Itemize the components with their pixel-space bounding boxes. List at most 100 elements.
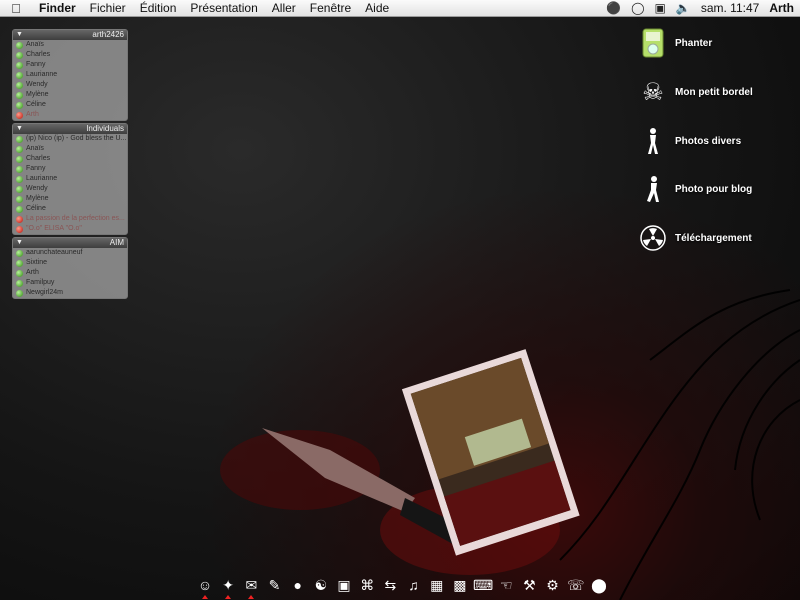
buddy-list-panel: ▼ Individuals (ip) Nico (ip) - God bless t… (12, 123, 128, 235)
status-dot-icon (16, 289, 23, 297)
buddy-row[interactable]: Charles (13, 154, 127, 164)
menu-bar:  Finder Fichier Édition Présentation Al… (0, 0, 800, 17)
buddy-row[interactable]: Newgirl24m (13, 288, 127, 298)
buddy-list-panel: ▼ arth2426 Anaïs Charles Fanny Laurianne Wendy… (12, 29, 128, 121)
buddy-row[interactable]: "O.o" ELISA "O.o" (13, 224, 127, 234)
command-icon[interactable]: ⌘ (358, 575, 376, 595)
buddy-row[interactable]: Laurianne (13, 174, 127, 184)
smiley-icon[interactable]: ☺ (196, 575, 214, 599)
desktop-label: Photo pour blog (675, 183, 753, 195)
skull-icon: ☠ (642, 78, 664, 106)
silhouette-icon (638, 126, 668, 156)
finder-icon[interactable]: ☯ (312, 575, 330, 595)
buddy-name: Anaïs (26, 145, 44, 152)
desktop-item-photo-pour-blog[interactable]: Photo pour blog (638, 174, 752, 204)
buddy-row[interactable]: Familpuy (13, 278, 127, 288)
clapper-icon[interactable]: ▩ (451, 575, 469, 595)
buddy-name: Wendy (26, 81, 48, 88)
ipod-icon (638, 28, 668, 58)
chat-icon[interactable]: ● (289, 575, 307, 595)
buddy-list-title: Individuals (86, 124, 124, 133)
status-dot-icon (16, 205, 23, 213)
buddy-name: Céline (26, 205, 46, 212)
buddy-row[interactable]: Céline (13, 204, 127, 214)
buddy-row[interactable]: Arth (13, 110, 127, 120)
desktop-item-phanter[interactable]: Phanter (638, 28, 712, 58)
buddy-name: Arth (26, 269, 39, 276)
buddy-row[interactable]: Céline (13, 100, 127, 110)
desktop-item-mon-petit-bordel[interactable]: ☠ Mon petit bordel (638, 77, 753, 107)
buddy-list-header[interactable]: ▼ Individuals (13, 124, 127, 134)
volume-icon[interactable]: 🔈 (676, 1, 691, 15)
disclosure-triangle-icon[interactable]: ▼ (16, 238, 23, 248)
buddy-row[interactable]: Fanny (13, 164, 127, 174)
status-dot-icon (16, 165, 23, 173)
buddy-row[interactable]: Mylène (13, 90, 127, 100)
buddy-row[interactable]: aarunchateauneuf (13, 248, 127, 258)
user-menu[interactable]: Arth (769, 1, 794, 15)
buddy-row[interactable]: La passion de la perfection es... (13, 214, 127, 224)
photo-icon[interactable]: ▦ (428, 575, 446, 595)
desktop-label: Téléchargement (675, 232, 752, 244)
menu-aide[interactable]: Aide (358, 1, 396, 15)
pencil-icon[interactable]: ✎ (266, 575, 284, 595)
buddy-row[interactable]: (ip) Nico (ip) - God bless the U... (13, 134, 127, 144)
buddy-row[interactable]: Anaïs (13, 40, 127, 50)
buddy-row[interactable]: Arth (13, 268, 127, 278)
buddy-list-header[interactable]: ▼ arth2426 (13, 30, 127, 40)
toggle-status-icon[interactable]: ◯ (631, 1, 644, 15)
buddy-name: Wendy (26, 185, 48, 192)
mail-icon[interactable]: ✉ (242, 575, 260, 599)
menu-finder[interactable]: Finder (32, 1, 83, 15)
desktop-item-telechargement[interactable]: Téléchargement (638, 223, 752, 253)
menu-fenetre[interactable]: Fenêtre (303, 1, 358, 15)
silhouette-icon (638, 174, 668, 204)
buddy-name: "O.o" ELISA "O.o" (26, 225, 82, 232)
circle-icon[interactable]: ⬤ (590, 575, 608, 595)
buddy-row[interactable]: Laurianne (13, 70, 127, 80)
arrows-icon[interactable]: ⇆ (381, 575, 399, 595)
buddy-row[interactable]: Sixtine (13, 258, 127, 268)
buddy-name: Sixtine (26, 259, 48, 266)
bird-icon[interactable]: ✦ (219, 575, 237, 599)
buddy-row[interactable]: Anaïs (13, 144, 127, 154)
desktop-item-photos-divers[interactable]: Photos divers (638, 126, 741, 156)
desktop-label: Photos divers (675, 135, 742, 147)
apple-menu-icon[interactable]:  (0, 1, 32, 16)
buddy-name: Céline (26, 101, 46, 108)
monitor-icon[interactable]: ▣ (335, 575, 353, 595)
gears-icon[interactable]: ⚙ (544, 575, 562, 595)
menu-aller[interactable]: Aller (265, 1, 303, 15)
gamepad-icon[interactable]: ⚒ (520, 575, 538, 595)
buddy-name: Laurianne (26, 71, 58, 78)
menu-fichier[interactable]: Fichier (83, 1, 133, 15)
status-dot-icon (16, 175, 23, 183)
disclosure-triangle-icon[interactable]: ▼ (16, 30, 23, 40)
buddy-row[interactable]: Wendy (13, 80, 127, 90)
buddy-name: Fanny (26, 61, 46, 68)
status-dot-icon (16, 145, 23, 153)
status-dot-icon (16, 155, 23, 163)
desktop-label: Mon petit bordel (675, 86, 753, 98)
status-dot-icon (16, 81, 23, 89)
status-dot-icon (16, 41, 23, 49)
phone-icon[interactable]: ☏ (567, 575, 585, 595)
buddy-row[interactable]: Wendy (13, 184, 127, 194)
buddy-list-header[interactable]: ▼ AIM (13, 238, 127, 248)
display-status-icon[interactable]: ▣ (655, 1, 666, 15)
status-dot-icon (16, 101, 23, 109)
buddy-row[interactable]: Charles (13, 50, 127, 60)
bomb-status-icon[interactable]: ⚫ (606, 1, 621, 15)
status-dot-icon (16, 249, 23, 257)
menu-presentation[interactable]: Présentation (183, 1, 264, 15)
desktop-label: Phanter (675, 37, 713, 49)
menu-edition[interactable]: Édition (133, 1, 184, 15)
disclosure-triangle-icon[interactable]: ▼ (16, 124, 23, 134)
status-dot-icon (16, 185, 23, 193)
gun-icon[interactable]: ☜ (497, 575, 515, 595)
stamp-icon[interactable]: ⌨ (473, 575, 493, 595)
buddy-row[interactable]: Mylène (13, 194, 127, 204)
buddy-row[interactable]: Fanny (13, 60, 127, 70)
clock[interactable]: sam. 11:47 (701, 1, 759, 15)
music-icon[interactable]: ♫ (405, 575, 423, 595)
